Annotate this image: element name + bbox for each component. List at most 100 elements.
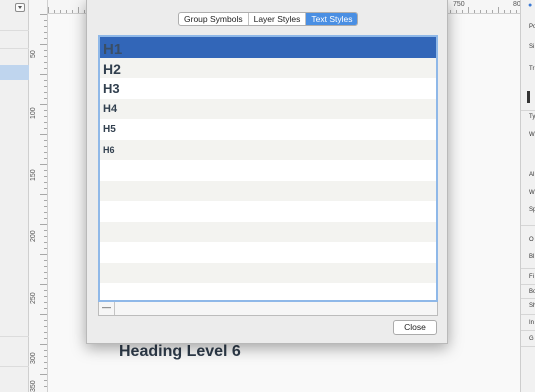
ruler-tick <box>40 194 47 195</box>
inspector-label: Ty <box>529 114 535 120</box>
ruler-tick <box>40 104 47 105</box>
inspector-label: W <box>529 190 535 196</box>
inspector-label: Si <box>529 44 535 50</box>
tab-text-styles[interactable]: Text Styles <box>306 13 358 25</box>
ruler-tick <box>44 110 47 111</box>
inspector-label: G <box>529 336 534 342</box>
ruler-tick <box>456 10 457 13</box>
text-style-label: H3 <box>103 81 120 96</box>
inspector-divider <box>521 346 535 347</box>
ruler-tick <box>44 188 47 189</box>
ruler-tick <box>40 254 47 255</box>
ruler-tick <box>44 122 47 123</box>
ruler-tick <box>44 176 47 177</box>
ruler-label: 100 <box>30 107 37 119</box>
ruler-tick <box>44 278 47 279</box>
text-style-row[interactable]: H4 <box>100 98 436 119</box>
close-button[interactable]: Close <box>393 320 437 335</box>
inspector-divider <box>521 298 535 299</box>
inspector-label: Bo <box>529 289 535 295</box>
ruler-tick <box>468 7 469 13</box>
ruler-tick <box>44 386 47 387</box>
ruler-tick <box>44 212 47 213</box>
text-style-label: H4 <box>103 102 118 115</box>
ruler-tick <box>44 272 47 273</box>
inspector-divider <box>521 110 535 111</box>
ruler-tick <box>44 260 47 261</box>
ruler-tick <box>44 308 47 309</box>
ruler-tick <box>44 56 47 57</box>
ruler-tick <box>44 332 47 333</box>
text-style-row[interactable]: H3 <box>100 78 436 99</box>
ruler-tick <box>504 10 505 13</box>
ruler-tick <box>44 50 47 51</box>
info-icon[interactable]: ● <box>528 2 532 9</box>
inspector-label: In <box>529 320 535 326</box>
text-styles-list[interactable]: H1 H2 H3 H4 H5 H6 <box>98 35 438 302</box>
ruler-tick <box>44 296 47 297</box>
ruler-tick <box>44 152 47 153</box>
dropdown-toggle-icon[interactable] <box>15 3 25 12</box>
ruler-tick <box>44 62 47 63</box>
ruler-tick <box>44 356 47 357</box>
inspector-divider <box>521 268 535 269</box>
ruler-tick <box>44 92 47 93</box>
ruler-tick <box>44 116 47 117</box>
panel-divider <box>0 30 29 31</box>
ruler-tick <box>44 170 47 171</box>
inspector-divider <box>521 314 535 315</box>
style-type-segmented-control: Group Symbols Layer Styles Text Styles <box>178 12 359 26</box>
ruler-tick <box>40 164 47 165</box>
ruler-tick <box>44 86 47 87</box>
ruler-label: 300 <box>30 352 37 364</box>
ruler-tick <box>44 32 47 33</box>
text-style-label: H1 <box>103 41 123 58</box>
ruler-tick <box>44 158 47 159</box>
ruler-tick <box>44 68 47 69</box>
ruler-tick <box>44 380 47 381</box>
ruler-tick <box>480 10 481 13</box>
ruler-label: 50 <box>30 50 37 58</box>
ruler-tick <box>462 10 463 13</box>
tab-group-symbols[interactable]: Group Symbols <box>179 13 249 25</box>
ruler-tick <box>450 10 451 13</box>
ruler-tick <box>60 10 61 13</box>
empty-list-row <box>100 283 436 300</box>
text-style-row[interactable]: H2 <box>100 57 436 78</box>
ruler-tick <box>44 368 47 369</box>
inspector-label: Sh <box>529 303 535 309</box>
ruler-tick <box>40 134 47 135</box>
shared-styles-dialog: Group Symbols Layer Styles Text Styles H1 H… <box>86 0 448 344</box>
panel-divider <box>0 48 29 49</box>
ruler-tick <box>40 344 47 345</box>
ruler-tick <box>44 248 47 249</box>
ruler-tick <box>40 374 47 375</box>
ruler-tick <box>498 7 499 13</box>
inspector-label: Sp <box>529 207 535 213</box>
ruler-tick <box>44 182 47 183</box>
ruler-tick <box>40 44 47 45</box>
remove-style-button[interactable]: — <box>99 302 115 315</box>
ruler-tick <box>44 302 47 303</box>
panel-divider <box>0 336 29 337</box>
canvas-heading-text[interactable]: Heading Level 6 <box>119 343 241 361</box>
ruler-tick <box>66 10 67 13</box>
text-style-label: H6 <box>103 144 115 155</box>
ruler-tick <box>492 10 493 13</box>
ruler-tick <box>44 140 47 141</box>
list-footer-bar: — <box>98 302 438 316</box>
ruler-tick <box>44 26 47 27</box>
ruler-tick <box>44 128 47 129</box>
inspector-divider <box>521 284 535 285</box>
empty-list-row <box>100 180 436 201</box>
text-style-row[interactable]: H6 <box>100 139 436 160</box>
text-style-row[interactable]: H5 <box>100 119 436 140</box>
text-style-label: H2 <box>103 60 121 77</box>
ruler-tick <box>44 242 47 243</box>
selected-layer-row[interactable] <box>0 65 29 80</box>
tab-layer-styles[interactable]: Layer Styles <box>249 13 307 25</box>
ruler-tick <box>44 206 47 207</box>
empty-list-row <box>100 201 436 222</box>
text-style-row[interactable]: H1 <box>100 37 436 58</box>
ruler-tick <box>44 98 47 99</box>
